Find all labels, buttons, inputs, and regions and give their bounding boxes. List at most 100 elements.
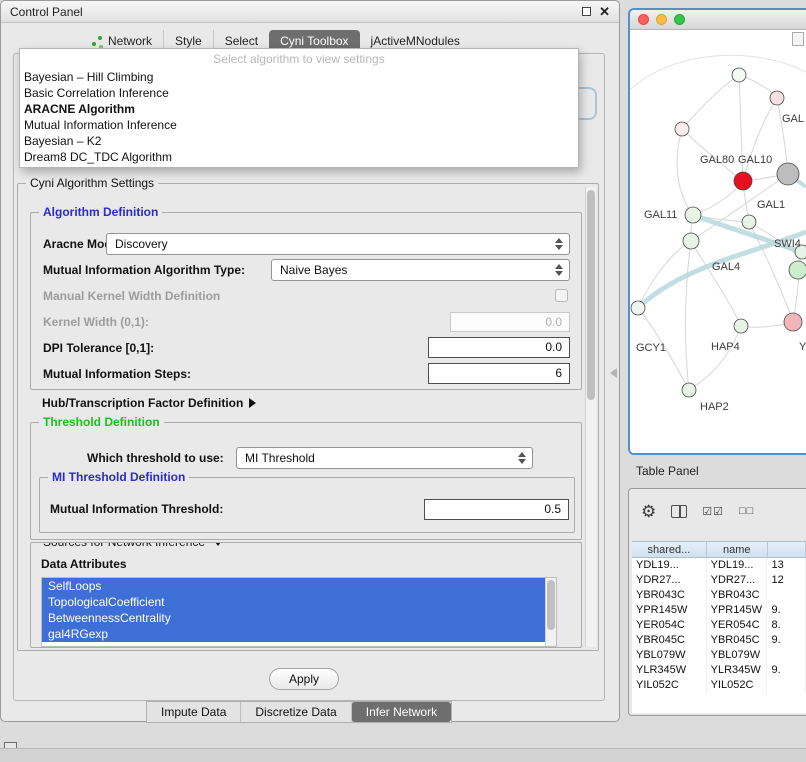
network-node-gal11[interactable] [685, 207, 701, 223]
mi-threshold-field[interactable]: 0.5 [424, 499, 569, 520]
table-row[interactable]: YLR345WYLR345W9. [632, 663, 806, 678]
float-window-icon[interactable] [582, 7, 591, 16]
table-cell: 12 [767, 573, 806, 588]
attribute-item[interactable]: gal4RGexp [42, 626, 556, 642]
table-row[interactable]: YER054CYER054C8. [632, 618, 806, 633]
desktop: Control Panel ✕ NetworkStyleSelectCyni T… [0, 0, 806, 762]
table-cell: YLR345W [707, 663, 768, 678]
column-header[interactable]: shared... [632, 542, 707, 557]
deselect-all-boxes-icon[interactable]: □□ [739, 505, 754, 517]
sources-title[interactable]: Sources for Network Inference [39, 542, 227, 549]
tab-label: Style [175, 34, 202, 48]
canvas-scroll-button[interactable] [792, 32, 804, 46]
network-edge [691, 241, 741, 326]
select-all-checks-icon[interactable]: ☑☑ [702, 505, 724, 518]
attributes-scrollbar[interactable] [545, 578, 556, 646]
network-canvas[interactable]: GAL80GAL10GAL11GAL1SWI4GAL4GCY1HAP4HAP2G… [630, 30, 806, 453]
attribute-item[interactable]: TopologicalCoefficient [42, 594, 556, 610]
aracne-mode-select[interactable]: Discovery [106, 233, 570, 255]
network-node-pink-top[interactable] [770, 91, 784, 105]
network-edge [677, 129, 693, 215]
tab-label: Network [108, 34, 152, 48]
zoom-traffic-light[interactable] [674, 14, 685, 25]
dpi-tolerance-label: DPI Tolerance [0,1]: [43, 341, 154, 355]
network-node-green-edge[interactable] [789, 261, 806, 279]
sources-title-text: Sources for Network Inference [43, 542, 205, 549]
network-node-gal10[interactable] [734, 172, 752, 190]
network-node-gal4[interactable] [683, 233, 699, 249]
table-cell: YIL052C [632, 678, 707, 693]
tab-impute-data[interactable]: Impute Data [147, 702, 240, 722]
network-tab-icon [92, 36, 103, 47]
splitter-collapse-arrow[interactable] [610, 368, 617, 378]
algorithm-option[interactable]: Bayesian – Hill Climbing [20, 69, 578, 85]
gear-icon[interactable]: ⚙ [641, 503, 656, 520]
algorithm-option[interactable]: Mutual Information Inference [20, 117, 578, 133]
which-threshold-value: MI Threshold [245, 451, 517, 465]
column-header[interactable]: name [707, 542, 768, 557]
apply-button[interactable]: Apply [269, 668, 339, 690]
network-node-hap4[interactable] [784, 313, 802, 331]
node-label: HAP4 [711, 341, 740, 353]
network-edge [682, 75, 739, 129]
minimize-traffic-light[interactable] [656, 14, 667, 25]
algorithm-definition-group: Algorithm Definition Aracne Mode: Discov… [30, 212, 582, 390]
table-row[interactable]: YBR043CYBR043C [632, 588, 806, 603]
network-node-pale[interactable] [732, 68, 746, 82]
mi-type-value: Naive Bayes [280, 263, 554, 277]
network-node-gcy1[interactable] [631, 301, 645, 315]
table-row[interactable]: YIL052CYIL052C [632, 678, 806, 693]
column-header[interactable] [768, 542, 806, 557]
attribute-item[interactable]: SelfLoops [42, 578, 556, 594]
network-node-gal1[interactable] [742, 215, 756, 229]
kernel-width-label: Kernel Width (0,1): [43, 315, 149, 329]
settings-scrollbar-thumb[interactable] [587, 190, 595, 400]
dpi-tolerance-field[interactable]: 0.0 [428, 337, 570, 358]
control-panel-window: Control Panel ✕ NetworkStyleSelectCyni T… [0, 0, 620, 722]
table-cell [767, 678, 806, 693]
window-title: Control Panel [10, 5, 83, 19]
tab-infer-network[interactable]: Infer Network [351, 702, 451, 722]
table-row[interactable]: YBR045CYBR045C9. [632, 633, 806, 648]
tab-discretize-data[interactable]: Discretize Data [240, 702, 350, 722]
table-row[interactable]: YDL19...YDL19...13 [632, 558, 806, 573]
table-cell: YBR043C [632, 588, 707, 603]
network-node-gray[interactable] [777, 163, 799, 185]
algorithm-option[interactable]: ARACNE Algorithm [20, 101, 578, 117]
attribute-item[interactable]: BetweennessCentrality [42, 610, 556, 626]
mi-steps-field[interactable]: 6 [428, 363, 570, 384]
manual-kernel-checkbox[interactable] [555, 289, 568, 302]
mi-threshold-definition-group: MI Threshold Definition Mutual Informati… [39, 477, 575, 533]
algorithm-option[interactable]: Bayesian – K2 [20, 133, 578, 149]
hub-tf-definition-toggle[interactable]: Hub/Transcription Factor Definition [42, 396, 256, 410]
algorithm-option[interactable]: Basic Correlation Inference [20, 85, 578, 101]
table-row[interactable]: YDR27...YDR27...12 [632, 573, 806, 588]
mi-type-label: Mutual Information Algorithm Type: [43, 263, 245, 277]
mi-algorithm-type-select[interactable]: Naive Bayes [271, 259, 570, 281]
network-node-pink-left[interactable] [675, 122, 689, 136]
close-traffic-light[interactable] [638, 14, 649, 25]
columns-icon[interactable] [671, 505, 687, 518]
table-row[interactable]: YPR145WYPR145W9. [632, 603, 806, 618]
table-cell: 9. [767, 663, 806, 678]
attributes-scrollbar-thumb[interactable] [547, 580, 555, 630]
table-cell [767, 588, 806, 603]
table-cell: YDR27... [632, 573, 707, 588]
kernel-width-field[interactable]: 0.0 [450, 312, 570, 332]
network-window-titlebar [630, 10, 806, 30]
tab-label: jActiveMNodules [371, 34, 460, 48]
network-edge [689, 326, 741, 390]
node-label: GAL11 [644, 209, 677, 221]
network-edge [630, 55, 806, 90]
network-edge [777, 98, 788, 174]
node-label: GCY1 [636, 342, 666, 354]
close-icon[interactable]: ✕ [599, 5, 610, 18]
network-node-hap2[interactable] [682, 383, 696, 397]
algorithm-option[interactable]: Dream8 DC_TDC Algorithm [20, 149, 578, 165]
table-row[interactable]: YBL079WYBL079W [632, 648, 806, 663]
table-cell: YBR045C [632, 633, 707, 648]
settings-scrollbar[interactable] [585, 187, 596, 647]
network-edge [743, 98, 777, 181]
which-threshold-select[interactable]: MI Threshold [236, 447, 533, 469]
network-node-mid[interactable] [734, 319, 748, 333]
